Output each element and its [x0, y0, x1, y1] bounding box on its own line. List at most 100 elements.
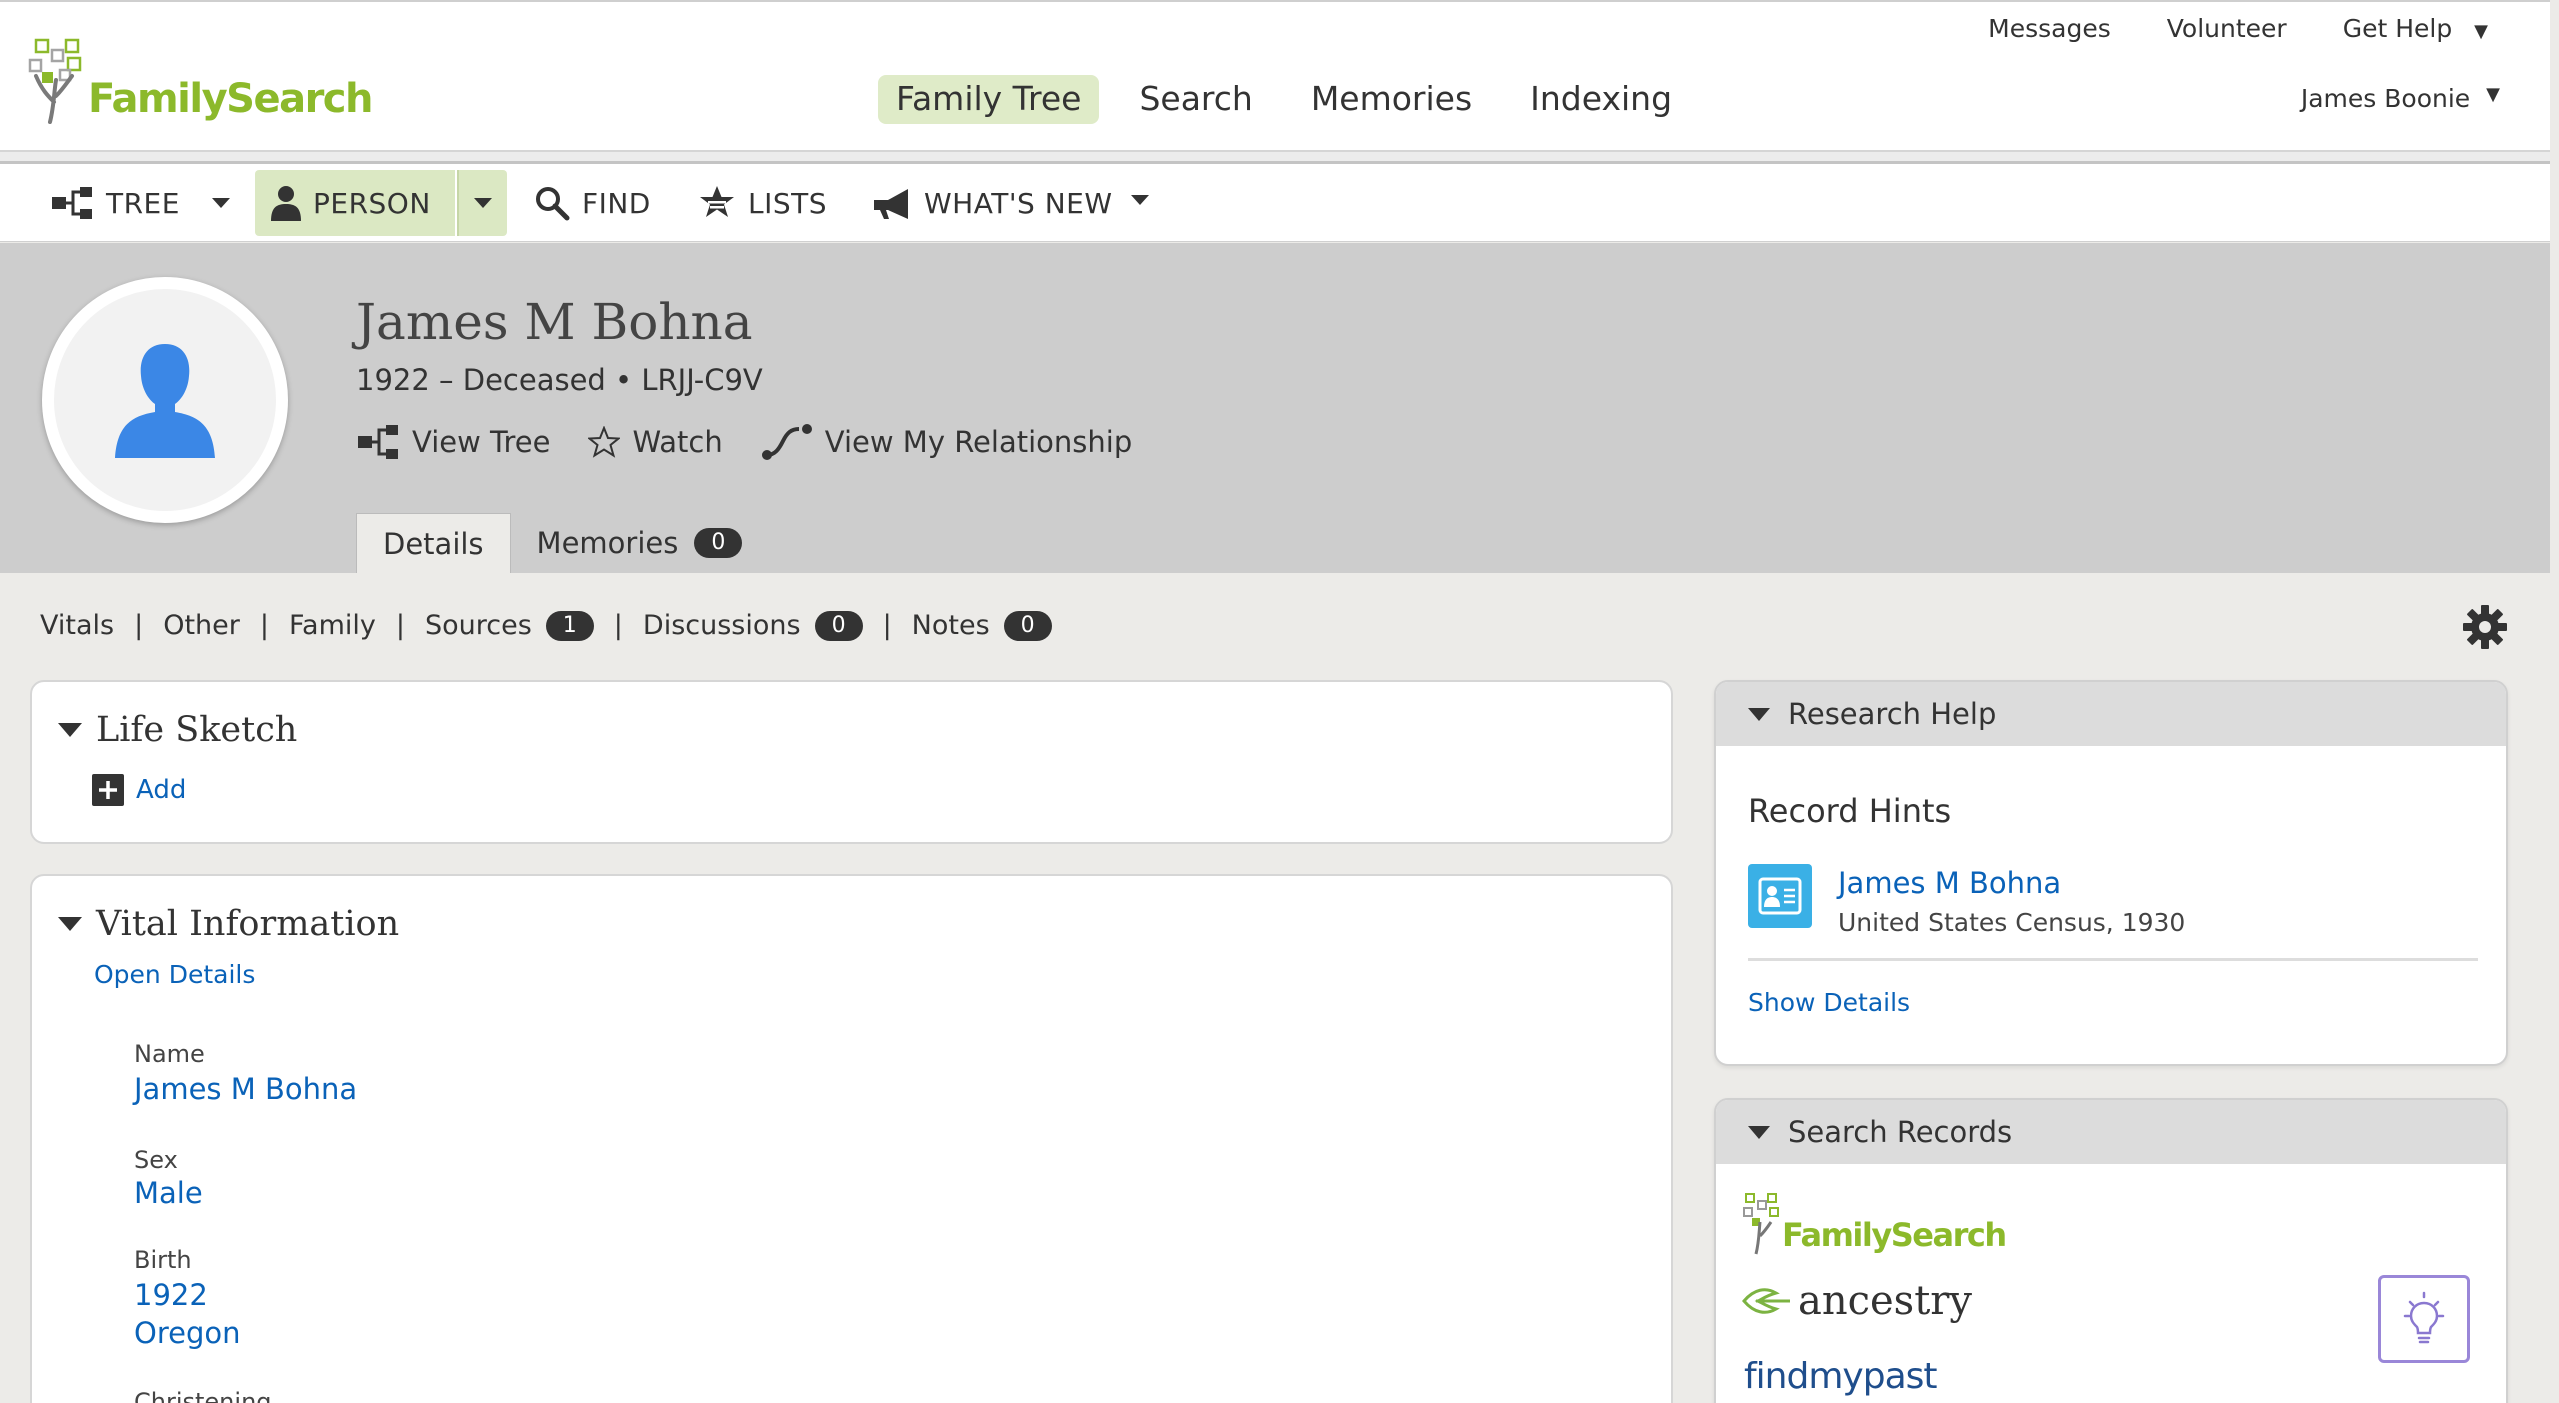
- view-tree-button[interactable]: View Tree: [356, 425, 550, 459]
- search-records-toggle[interactable]: Search Records: [1716, 1100, 2506, 1164]
- vital-information-card: Vital Information Open Details Name Jame…: [30, 874, 1673, 1403]
- details-subnav: Vitals | Other | Family | Sources 1 | Di…: [40, 610, 1052, 641]
- star-list-icon: [700, 186, 734, 217]
- subnav-other[interactable]: Other: [163, 610, 240, 641]
- collapse-triangle-icon: [1748, 707, 1770, 721]
- tree-icon: [52, 187, 92, 219]
- subnav-vitals[interactable]: Vitals: [40, 610, 114, 641]
- subnav-separator: |: [395, 610, 405, 641]
- person-menu-button[interactable]: PERSON: [255, 170, 455, 236]
- familysearch-provider-name: FamilySearch: [1782, 1216, 2007, 1254]
- whats-new-button[interactable]: WHAT'S NEW: [872, 170, 1149, 236]
- user-menu[interactable]: James Boonie ▼: [2301, 84, 2500, 113]
- chevron-down-icon: ▼: [2486, 84, 2500, 105]
- lists-button[interactable]: LISTS: [698, 170, 827, 236]
- record-hints-heading: Record Hints: [1748, 792, 1952, 830]
- show-details-link[interactable]: Show Details: [1748, 988, 1910, 1017]
- research-help-title: Research Help: [1788, 697, 1997, 731]
- tree-toolbar: TREE PERSON FIND LISTS WHAT'S NEW: [0, 164, 2550, 242]
- megaphone-icon: [874, 189, 908, 219]
- user-name: James Boonie: [2300, 84, 2471, 113]
- search-icon: [536, 187, 570, 221]
- subnav-family[interactable]: Family: [289, 610, 376, 641]
- tab-details[interactable]: Details: [356, 513, 511, 573]
- settings-gear-icon[interactable]: [2462, 604, 2508, 654]
- tree-label: TREE: [106, 186, 180, 220]
- subnav-notes[interactable]: Notes 0: [912, 610, 1052, 641]
- add-label: Add: [136, 775, 187, 805]
- person-lifespan-id: 1922 – Deceased • LRJJ-C9V: [356, 363, 763, 397]
- subnav-sources[interactable]: Sources 1: [425, 610, 594, 641]
- get-help-label: Get Help: [2342, 14, 2453, 43]
- watch-button[interactable]: Watch: [588, 425, 723, 459]
- view-tree-label: View Tree: [412, 425, 551, 459]
- find-button[interactable]: FIND: [534, 170, 651, 236]
- vital-information-toggle[interactable]: Vital Information: [58, 904, 399, 944]
- person-tabs: Details Memories 0: [356, 513, 768, 573]
- findmypast-provider-name: findmypast: [1744, 1356, 1937, 1397]
- sex-label: Sex: [134, 1146, 178, 1174]
- life-sketch-card: Life Sketch Add: [30, 680, 1673, 844]
- research-help-toggle[interactable]: Research Help: [1716, 682, 2506, 746]
- header-divider: [0, 150, 2550, 164]
- birth-date-link[interactable]: 1922: [134, 1278, 208, 1312]
- name-label: Name: [134, 1040, 205, 1068]
- familysearch-tree-icon: [1743, 1193, 1779, 1255]
- sources-count-badge: 1: [545, 610, 594, 641]
- subnav-discussions[interactable]: Discussions 0: [643, 610, 863, 641]
- open-details-link[interactable]: Open Details: [94, 960, 255, 989]
- birth-place-link[interactable]: Oregon: [134, 1316, 240, 1350]
- familysearch-records-link[interactable]: FamilySearch: [1742, 1192, 2007, 1256]
- person-avatar: [42, 277, 288, 523]
- familysearch-logo[interactable]: FamilySearch: [28, 36, 374, 124]
- person-silhouette-icon: [115, 344, 215, 458]
- tab-memories[interactable]: Memories 0: [511, 513, 769, 573]
- ancestry-provider-name: ancestry: [1798, 1278, 1973, 1324]
- volunteer-link[interactable]: Volunteer: [2167, 14, 2287, 43]
- nav-indexing[interactable]: Indexing: [1512, 75, 1690, 124]
- subnav-separator: |: [613, 610, 623, 641]
- christening-label: Christening: [134, 1388, 272, 1403]
- hint-source-text: United States Census, 1930: [1838, 908, 2186, 937]
- life-sketch-toggle[interactable]: Life Sketch: [58, 710, 297, 750]
- name-value-link[interactable]: James M Bohna: [134, 1072, 357, 1106]
- lists-label: LISTS: [748, 186, 828, 220]
- person-dropdown-button[interactable]: [457, 170, 507, 236]
- main-nav: Family Tree Search Memories Indexing: [878, 75, 1690, 124]
- life-sketch-add-button[interactable]: Add: [92, 774, 186, 806]
- ancestry-leaf-icon: [1742, 1288, 1790, 1314]
- lightbulb-icon: [2403, 1291, 2445, 1344]
- collapse-triangle-icon: [58, 723, 82, 737]
- sex-value-link[interactable]: Male: [134, 1176, 203, 1210]
- tab-memories-label: Memories: [536, 526, 679, 560]
- hint-divider: [1748, 958, 2478, 961]
- tree-dropdown-button[interactable]: [206, 170, 236, 236]
- lightbulb-help-button[interactable]: [2378, 1275, 2470, 1363]
- tree-menu-button[interactable]: TREE: [50, 170, 180, 236]
- subnav-separator: |: [882, 610, 892, 641]
- person-icon: [271, 186, 301, 221]
- life-sketch-title: Life Sketch: [96, 710, 298, 750]
- findmypast-records-link[interactable]: findmypast: [1744, 1356, 1937, 1397]
- relationship-icon: [761, 424, 812, 460]
- find-label: FIND: [582, 186, 651, 220]
- record-hint-icon: [1748, 864, 1812, 928]
- tree-icon: [358, 425, 398, 459]
- nav-memories[interactable]: Memories: [1293, 75, 1490, 124]
- subnav-separator: |: [259, 610, 269, 641]
- messages-link[interactable]: Messages: [1988, 14, 2111, 43]
- utility-links: Messages Volunteer Get Help ▼: [1988, 14, 2488, 43]
- hint-person-link[interactable]: James M Bohna: [1838, 866, 2061, 900]
- person-actions: View Tree Watch View My Relationship: [356, 423, 1170, 461]
- nav-search[interactable]: Search: [1121, 75, 1270, 124]
- collapse-triangle-icon: [58, 917, 82, 931]
- nav-family-tree[interactable]: Family Tree: [878, 75, 1100, 124]
- view-relationship-button[interactable]: View My Relationship: [761, 423, 1132, 461]
- person-name: James M Bohna: [356, 293, 753, 351]
- person-label: PERSON: [313, 186, 431, 220]
- star-outline-icon: [588, 426, 621, 458]
- ancestry-records-link[interactable]: ancestry: [1742, 1278, 1972, 1324]
- top-header: FamilySearch Messages Volunteer Get Help…: [0, 0, 2550, 150]
- plus-box-icon: [92, 774, 124, 806]
- get-help-menu[interactable]: Get Help ▼: [2343, 14, 2488, 43]
